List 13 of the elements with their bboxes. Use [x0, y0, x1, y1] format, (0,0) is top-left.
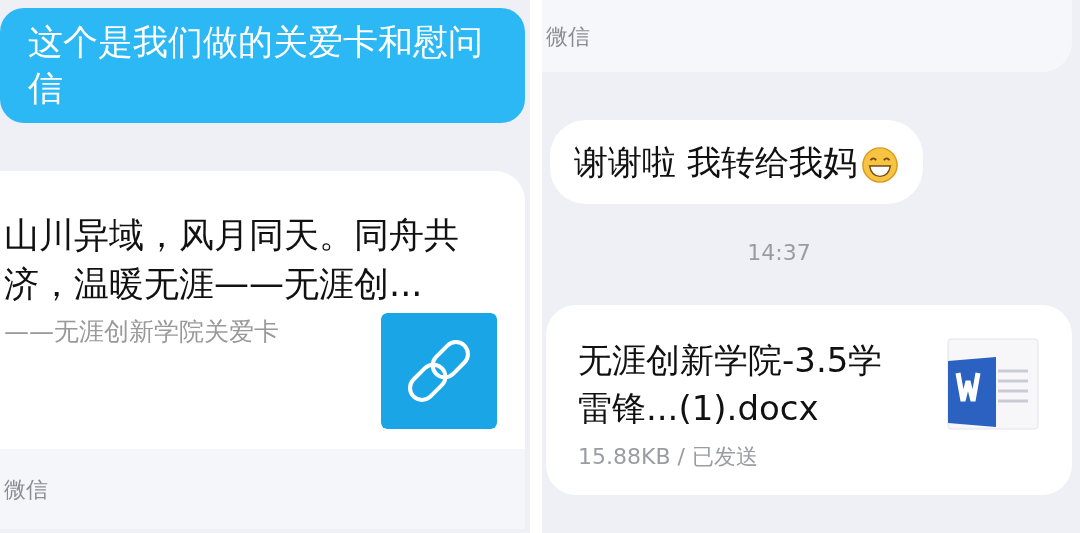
source-label: 微信	[4, 475, 48, 504]
message-bubble: 谢谢啦 我转给我妈	[550, 120, 923, 205]
link-icon	[381, 313, 497, 429]
link-title: 山川异域，风月同天。同舟共济，温暖无涯——无涯创...	[4, 214, 460, 306]
source-label: 微信	[546, 22, 590, 51]
timestamp: 14:37	[747, 239, 811, 268]
file-size: 15.88KB / 已发送	[578, 443, 759, 472]
link-card[interactable]: 山川异域，风月同天。同舟共济，温暖无涯——无涯创... ——无涯创新学院关爱卡 微信	[0, 171, 525, 529]
message-bubble: 这个是我们做的关爱卡和慰问信	[0, 8, 525, 123]
file-card[interactable]: 无涯创新学院-3.5学雷锋...(1).docx 15.88KB / 已发送	[546, 305, 1072, 496]
file-name: 无涯创新学院-3.5学雷锋...(1).docx	[578, 339, 884, 430]
word-document-icon	[946, 337, 1040, 432]
link-description: ——无涯创新学院关爱卡	[4, 316, 280, 348]
